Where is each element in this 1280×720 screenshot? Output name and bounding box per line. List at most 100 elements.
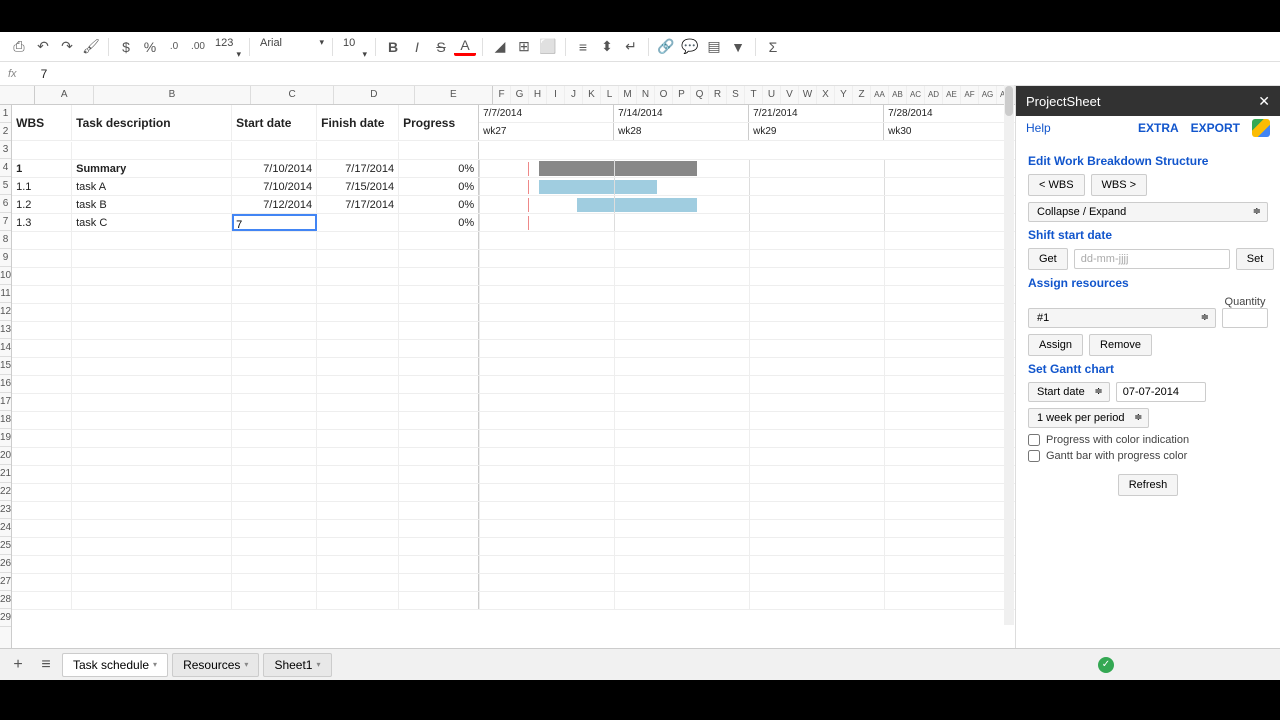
quantity-input[interactable] [1222,308,1268,328]
cell[interactable]: 0% [399,178,479,195]
more-formats-dropdown[interactable]: 123 [211,37,243,57]
col-header[interactable]: K [583,86,601,104]
row-header[interactable]: 24 [0,519,11,537]
col-header[interactable]: AC [907,86,925,104]
gantt-bar[interactable] [539,161,697,176]
cell[interactable] [12,430,72,447]
row-header[interactable]: 29 [0,609,11,627]
col-header[interactable]: B [94,86,251,104]
cell[interactable] [72,268,232,285]
cell[interactable] [399,268,479,285]
col-header[interactable]: AD [925,86,943,104]
resource-dropdown[interactable]: #1 [1028,308,1216,328]
col-header[interactable]: X [817,86,835,104]
row-header[interactable]: 27 [0,573,11,591]
cell[interactable] [399,484,479,501]
cell[interactable] [317,484,399,501]
cell[interactable] [399,394,479,411]
cell[interactable] [317,340,399,357]
cell[interactable] [12,466,72,483]
cell[interactable] [399,538,479,555]
cell[interactable] [317,142,399,159]
cell[interactable] [399,142,479,159]
col-header[interactable]: M [619,86,637,104]
cell[interactable] [12,358,72,375]
cell[interactable] [317,502,399,519]
cell[interactable] [72,592,232,609]
cell[interactable] [399,358,479,375]
col-header[interactable]: G [511,86,529,104]
row-header[interactable]: 12 [0,303,11,321]
functions-icon[interactable]: Σ [762,36,784,58]
cell[interactable] [232,520,317,537]
cell[interactable]: 7/12/2014 [232,196,317,213]
export-link[interactable]: EXPORT [1191,121,1240,135]
gantt-period-select[interactable]: 1 week per period [1028,408,1149,428]
cell[interactable] [232,592,317,609]
assign-button[interactable]: Assign [1028,334,1083,356]
cell[interactable] [232,556,317,573]
cell[interactable]: 0% [399,196,479,213]
row-header[interactable]: 18 [0,411,11,429]
cell[interactable] [12,394,72,411]
row-header[interactable]: 20 [0,447,11,465]
format-currency-icon[interactable]: $ [115,36,137,58]
cell[interactable] [12,412,72,429]
cell[interactable] [399,250,479,267]
cell[interactable] [317,574,399,591]
cell[interactable] [232,142,317,159]
cell[interactable] [232,430,317,447]
italic-icon[interactable]: I [406,36,428,58]
cell[interactable] [317,538,399,555]
close-icon[interactable]: ✕ [1258,93,1270,110]
col-header[interactable]: AE [943,86,961,104]
row-header[interactable]: 3 [0,141,11,159]
cell-edit-input[interactable] [236,218,313,231]
cell[interactable] [399,520,479,537]
cell[interactable] [317,250,399,267]
col-header[interactable]: N [637,86,655,104]
cell[interactable] [232,358,317,375]
row-header[interactable]: 10 [0,267,11,285]
col-header[interactable]: W [799,86,817,104]
cell[interactable] [232,376,317,393]
cell[interactable]: 0% [399,160,479,177]
col-header[interactable]: C [251,86,334,104]
cell[interactable] [12,502,72,519]
sync-status-icon[interactable]: ✓ [1098,657,1114,673]
cell[interactable] [72,304,232,321]
gantt-progress-checkbox[interactable]: Gantt bar with progress color [1028,450,1268,462]
row-header[interactable]: 8 [0,231,11,249]
cell[interactable]: Task description [72,105,232,140]
cell[interactable]: Progress [399,105,479,140]
cell[interactable]: Start date [232,105,317,140]
cell[interactable] [399,232,479,249]
increase-decimal-icon[interactable]: .00 [187,36,209,58]
cell[interactable] [399,304,479,321]
col-header[interactable]: R [709,86,727,104]
cell[interactable]: 7/17/2014 [317,160,399,177]
col-header[interactable]: Q [691,86,709,104]
cell[interactable] [72,232,232,249]
cell[interactable] [317,448,399,465]
bold-icon[interactable]: B [382,36,404,58]
tab-task-schedule[interactable]: Task schedule▾ [62,653,168,677]
wbs-indent-button[interactable]: WBS > [1091,174,1148,196]
cell[interactable]: WBS [12,105,72,140]
set-date-button[interactable]: Set [1236,248,1275,270]
row-header[interactable]: 7 [0,213,11,231]
cell[interactable] [232,394,317,411]
cell[interactable] [12,340,72,357]
formula-bar[interactable]: fx 7 [0,62,1280,86]
cell[interactable] [317,304,399,321]
vertical-scrollbar[interactable] [1004,85,1014,625]
cell[interactable]: task C [72,214,232,231]
cell[interactable] [232,268,317,285]
col-header[interactable]: F [493,86,511,104]
cell[interactable] [12,592,72,609]
tab-resources[interactable]: Resources▾ [172,653,259,677]
cell[interactable] [317,322,399,339]
cell[interactable] [72,286,232,303]
cell[interactable] [232,574,317,591]
progress-color-checkbox[interactable]: Progress with color indication [1028,434,1268,446]
